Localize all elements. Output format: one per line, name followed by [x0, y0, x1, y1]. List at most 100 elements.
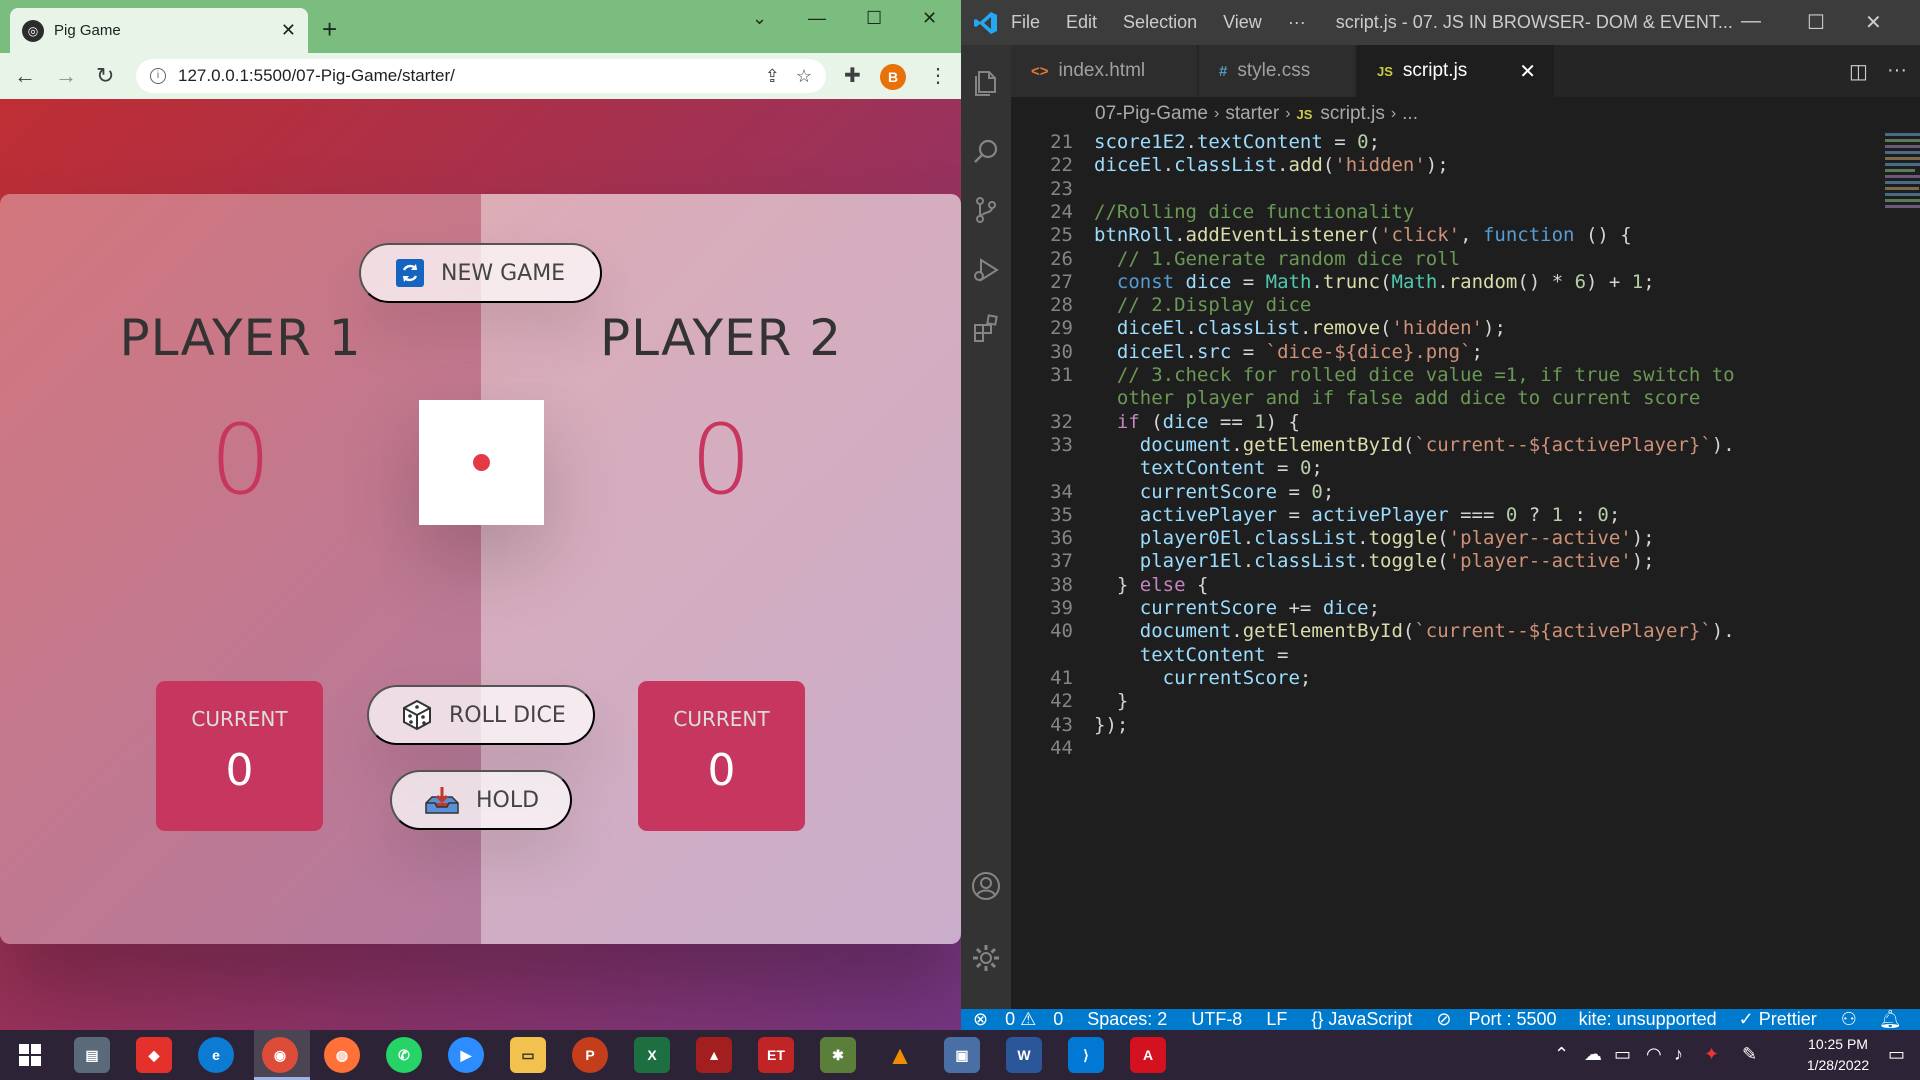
extensions-view-icon[interactable]	[969, 311, 1003, 345]
hold-button[interactable]: HOLD	[390, 770, 572, 830]
kite-status[interactable]: kite: unsupported	[1579, 1009, 1717, 1030]
vscode-taskbar-icon[interactable]: ⟩	[1068, 1037, 1104, 1073]
close-tab-icon[interactable]: ✕	[281, 20, 296, 41]
breadcrumb-subfolder[interactable]: starter	[1225, 103, 1279, 125]
chrome-browser-icon[interactable]: ◉	[262, 1037, 298, 1073]
breadcrumb-symbol[interactable]: ...	[1402, 103, 1418, 125]
search-icon[interactable]	[969, 135, 1003, 169]
file-manager-app-icon[interactable]: ▤	[74, 1037, 110, 1073]
code-text[interactable]: activePlayer = activePlayer === 0 ? 1 : …	[1094, 504, 1621, 526]
remote-desktop-icon[interactable]: ▣	[944, 1037, 980, 1073]
code-text[interactable]: document.getElementById(`current--${acti…	[1094, 620, 1735, 642]
volume-icon[interactable]: ♪	[1674, 1044, 1683, 1065]
tab-index-html[interactable]: <> index.html	[1011, 45, 1198, 97]
notifications-bell-icon[interactable]: 🔔︎	[1879, 1009, 1902, 1030]
code-text[interactable]: player1El.classList.toggle('player--acti…	[1094, 550, 1655, 572]
source-control-icon[interactable]	[969, 193, 1003, 227]
show-hidden-icons-icon[interactable]: ⌃	[1554, 1044, 1569, 1065]
onedrive-cloud-icon[interactable]: ☁	[1584, 1044, 1602, 1065]
url-text[interactable]: 127.0.0.1:5500/07-Pig-Game/starter/	[178, 66, 749, 86]
menu-view[interactable]: View	[1223, 12, 1262, 33]
code-text[interactable]: other player and if false add dice to cu…	[1094, 387, 1700, 409]
address-bar[interactable]: i 127.0.0.1:5500/07-Pig-Game/starter/ ⇪ …	[136, 59, 826, 93]
code-text[interactable]: //Rolling dice functionality	[1094, 201, 1414, 223]
breadcrumb-folder[interactable]: 07-Pig-Game	[1095, 103, 1208, 125]
code-text[interactable]: } else {	[1094, 574, 1209, 596]
anydesk-app-icon[interactable]: ◆	[136, 1037, 172, 1073]
system-clock[interactable]: 10:25 PM 1/28/2022	[1796, 1034, 1880, 1076]
new-game-button[interactable]: NEW GAME	[359, 243, 602, 303]
code-text[interactable]: currentScore += dice;	[1094, 597, 1380, 619]
live-server-port[interactable]: ⊘ Port : 5500	[1436, 1009, 1556, 1030]
feedback-icon[interactable]: ⚇	[1841, 1009, 1857, 1030]
notification-center-icon[interactable]: ▭	[1888, 1044, 1905, 1065]
roll-dice-button[interactable]: ROLL DICE	[367, 685, 595, 745]
close-window-button[interactable]: ✕	[922, 8, 937, 29]
accounts-icon[interactable]	[969, 869, 1003, 903]
vscode-minimize-button[interactable]: —	[1741, 10, 1761, 33]
code-text[interactable]: currentScore;	[1094, 667, 1312, 689]
code-text[interactable]: textContent = 0;	[1094, 457, 1323, 479]
tab-script-js[interactable]: JS script.js ✕	[1357, 45, 1555, 97]
problems-indicator[interactable]: ⊗ 0 ⚠ 0	[973, 1009, 1063, 1030]
code-editor[interactable]: 21 score1E2.textContent = 0; 22 diceEl.clas…	[1011, 131, 1920, 1009]
zoom-app-icon[interactable]: ▶	[448, 1037, 484, 1073]
code-text[interactable]: diceEl.classList.add('hidden');	[1094, 154, 1449, 176]
share-icon[interactable]: ⇪	[765, 66, 780, 87]
profile-avatar[interactable]: B	[880, 64, 906, 90]
firefox-browser-icon[interactable]: ◍	[324, 1037, 360, 1073]
code-text[interactable]: const dice = Math.trunc(Math.random() * …	[1094, 271, 1655, 293]
close-tab-icon[interactable]: ✕	[1519, 59, 1536, 84]
code-text[interactable]: // 2.Display dice	[1094, 294, 1311, 316]
word-app-icon[interactable]: W	[1006, 1037, 1042, 1073]
code-text[interactable]: player0El.classList.toggle('player--acti…	[1094, 527, 1655, 549]
code-text[interactable]: });	[1094, 714, 1128, 736]
code-text[interactable]: currentScore = 0;	[1094, 481, 1335, 503]
prettier-status[interactable]: ✓ Prettier	[1739, 1009, 1817, 1030]
excel-app-icon[interactable]: X	[634, 1037, 670, 1073]
breadcrumb-file[interactable]: script.js	[1320, 103, 1384, 125]
browser-menu-icon[interactable]: ⋮	[928, 63, 948, 88]
more-actions-icon[interactable]: ···	[1887, 59, 1907, 82]
code-text[interactable]: btnRoll.addEventListener('click', functi…	[1094, 224, 1632, 246]
code-text[interactable]: diceEl.classList.remove('hidden');	[1094, 317, 1506, 339]
site-info-icon[interactable]: i	[150, 68, 166, 84]
vlc-player-icon[interactable]: ▲	[882, 1037, 918, 1073]
tab-search-icon[interactable]: ⌄	[752, 8, 767, 29]
bookmark-star-icon[interactable]: ☆	[796, 66, 812, 87]
file-explorer-icon[interactable]: ▭	[510, 1037, 546, 1073]
powerpoint-app-icon[interactable]: P	[572, 1037, 608, 1073]
wifi-icon[interactable]: ◠	[1646, 1044, 1662, 1065]
language-mode[interactable]: {} JavaScript	[1311, 1009, 1412, 1030]
menu-more[interactable]: ···	[1288, 12, 1306, 33]
code-text[interactable]: score1E2.textContent = 0;	[1094, 131, 1380, 153]
menu-edit[interactable]: Edit	[1066, 12, 1097, 33]
menu-file[interactable]: File	[1011, 12, 1040, 33]
reload-button[interactable]: ↻	[96, 63, 114, 89]
windows-start-icon[interactable]	[12, 1037, 48, 1073]
settings-gear-icon[interactable]	[969, 941, 1003, 975]
whatsapp-app-icon[interactable]: ✆	[386, 1037, 422, 1073]
code-text[interactable]: // 3.check for rolled dice value =1, if …	[1094, 364, 1735, 386]
code-text[interactable]: document.getElementById(`current--${acti…	[1094, 434, 1735, 456]
new-tab-button[interactable]: +	[322, 14, 337, 45]
forward-button[interactable]: →	[55, 63, 77, 89]
code-text[interactable]: }	[1094, 690, 1128, 712]
code-line[interactable]: 44	[1011, 737, 1851, 766]
menu-selection[interactable]: Selection	[1123, 12, 1197, 33]
back-button[interactable]: ←	[14, 63, 36, 89]
vscode-close-button[interactable]: ✕	[1865, 10, 1882, 35]
et-app-icon[interactable]: ET	[758, 1037, 794, 1073]
split-editor-icon[interactable]: ◫	[1849, 59, 1868, 84]
run-debug-icon[interactable]	[969, 253, 1003, 287]
pdf-reader-icon[interactable]: ▲	[696, 1037, 732, 1073]
pen-icon[interactable]: ✎	[1742, 1044, 1757, 1065]
code-text[interactable]: if (dice == 1) {	[1094, 411, 1300, 433]
eol-status[interactable]: LF	[1266, 1009, 1287, 1030]
maximize-button[interactable]: ☐	[866, 8, 882, 29]
browser-tab-pig-game[interactable]: ◎ Pig Game ✕	[10, 8, 308, 53]
tab-style-css[interactable]: # style.css	[1199, 45, 1356, 97]
code-text[interactable]: diceEl.src = `dice-${dice}.png`;	[1094, 341, 1483, 363]
extensions-icon[interactable]: ✚	[844, 63, 861, 88]
battery-icon[interactable]: ▭	[1614, 1044, 1631, 1065]
